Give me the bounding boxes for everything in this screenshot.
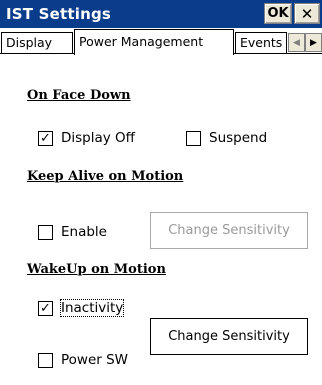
inactivity-checkbox[interactable]: ✓	[38, 300, 53, 316]
tab-events[interactable]: Events	[235, 32, 287, 53]
power-sw-option[interactable]: Power SW	[38, 352, 128, 368]
suspend-option[interactable]: Suspend	[186, 130, 267, 146]
power-sw-label: Power SW	[61, 352, 129, 368]
wakeup-heading: WakeUp on Motion	[27, 262, 166, 277]
display-off-option[interactable]: ✓ Display Off	[38, 130, 135, 146]
tab-scroll-right-icon[interactable]: ▶	[305, 33, 322, 52]
tab-strip: Display Power Management Events ◀ ▶	[0, 28, 322, 55]
enable-checkbox[interactable]	[38, 224, 53, 240]
keep-alive-change-sensitivity-button[interactable]: Change Sensitivity	[150, 212, 308, 249]
display-off-label: Display Off	[61, 130, 135, 146]
close-button[interactable]: ✕	[294, 3, 320, 24]
power-management-panel: On Face Down ✓ Display Off Suspend Keep …	[0, 53, 322, 385]
inactivity-option[interactable]: ✓ Inactivity	[38, 299, 125, 317]
keep-alive-heading: Keep Alive on Motion	[27, 169, 184, 184]
suspend-label: Suspend	[209, 130, 268, 146]
inactivity-label: Inactivity	[59, 299, 125, 317]
tab-power-management[interactable]: Power Management	[74, 29, 234, 55]
tab-display[interactable]: Display	[1, 32, 73, 53]
face-down-heading: On Face Down	[27, 88, 131, 103]
wakeup-change-sensitivity-button[interactable]: Change Sensitivity	[150, 318, 308, 355]
display-off-checkbox[interactable]: ✓	[38, 130, 53, 146]
ok-button[interactable]: OK	[264, 3, 292, 24]
window-title: IST Settings	[6, 5, 112, 23]
enable-label: Enable	[61, 224, 107, 240]
suspend-checkbox[interactable]	[186, 130, 201, 146]
power-sw-checkbox[interactable]	[38, 352, 53, 368]
tab-scroll-left-icon[interactable]: ◀	[288, 33, 305, 52]
enable-option[interactable]: Enable	[38, 224, 107, 240]
title-bar: IST Settings OK ✕	[0, 0, 322, 28]
